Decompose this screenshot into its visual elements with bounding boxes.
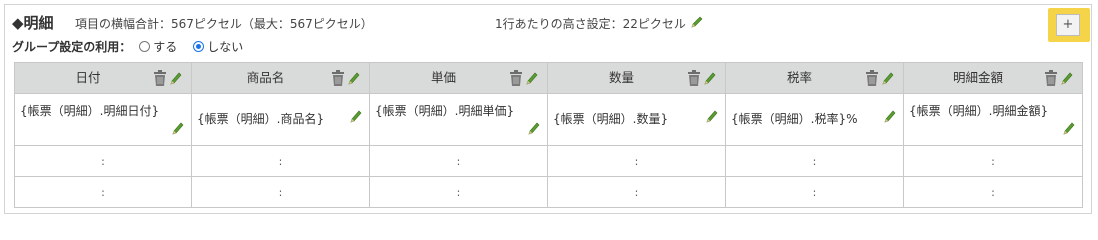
field-value: {帳票（明細）.明細単価} bbox=[375, 104, 515, 118]
column-header: 明細金額 bbox=[903, 62, 1083, 94]
column-header: 税率 bbox=[725, 62, 904, 94]
pencil-icon[interactable] bbox=[169, 70, 183, 89]
empty-row: : : : : : : bbox=[14, 176, 1083, 208]
trash-icon[interactable] bbox=[1042, 69, 1060, 90]
header-row: 日付 商品名 単価 数量 税率 明細金額 bbox=[14, 62, 1083, 94]
pencil-icon[interactable] bbox=[1062, 120, 1076, 139]
column-header: 単価 bbox=[369, 62, 548, 94]
pencil-icon[interactable] bbox=[705, 108, 719, 127]
pencil-icon[interactable] bbox=[349, 108, 363, 127]
section-title: ◆明細 bbox=[12, 14, 54, 32]
column-header: 数量 bbox=[547, 62, 726, 94]
row-height-label: 1行あたりの高さ設定：22ピクセル bbox=[495, 17, 686, 31]
empty-cell: : bbox=[903, 176, 1083, 208]
pencil-icon[interactable] bbox=[171, 120, 185, 139]
trash-icon[interactable] bbox=[329, 69, 347, 90]
header-icons bbox=[685, 69, 717, 90]
field-cell[interactable]: {帳票（明細）.商品名} bbox=[191, 93, 370, 146]
field-value: {帳票（明細）.税率}% bbox=[731, 112, 858, 126]
field-value: {帳票（明細）.明細日付} bbox=[20, 104, 160, 118]
field-value: {帳票（明細）.商品名} bbox=[197, 112, 325, 126]
pencil-icon[interactable] bbox=[1060, 70, 1074, 89]
add-button-highlight: + bbox=[1048, 8, 1090, 42]
trash-icon[interactable] bbox=[685, 69, 703, 90]
empty-cell: : bbox=[14, 176, 192, 208]
field-cell[interactable]: {帳票（明細）.明細金額} bbox=[903, 93, 1083, 146]
field-cell[interactable]: {帳票（明細）.税率}% bbox=[725, 93, 904, 146]
field-value: {帳票（明細）.明細金額} bbox=[909, 104, 1049, 118]
pencil-icon[interactable] bbox=[525, 70, 539, 89]
empty-row: : : : : : : bbox=[14, 145, 1083, 177]
field-value: {帳票（明細）.数量} bbox=[553, 112, 669, 126]
empty-cell: : bbox=[547, 145, 726, 177]
empty-cell: : bbox=[725, 145, 904, 177]
pencil-icon[interactable] bbox=[883, 108, 897, 127]
field-row: {帳票（明細）.明細日付} {帳票（明細）.商品名} {帳票（明細）.明細単価}… bbox=[14, 93, 1083, 146]
header-icons bbox=[1042, 69, 1074, 90]
header-icons bbox=[151, 69, 183, 90]
radio-not-use[interactable] bbox=[193, 41, 205, 52]
radio-not-use-label[interactable]: しない bbox=[207, 38, 243, 55]
header-icons bbox=[329, 69, 361, 90]
radio-use-label[interactable]: する bbox=[153, 38, 177, 55]
trash-icon[interactable] bbox=[151, 69, 169, 90]
pencil-icon[interactable] bbox=[527, 120, 541, 139]
empty-cell: : bbox=[191, 176, 370, 208]
width-info: 項目の横幅合計：567ピクセル（最大：567ピクセル） bbox=[75, 17, 373, 31]
trash-icon[interactable] bbox=[863, 69, 881, 90]
row-height-setting: 1行あたりの高さ設定：22ピクセル bbox=[495, 15, 704, 32]
empty-cell: : bbox=[903, 145, 1083, 177]
field-cell[interactable]: {帳票（明細）.数量} bbox=[547, 93, 726, 146]
pencil-icon[interactable] bbox=[881, 70, 895, 89]
pencil-icon[interactable] bbox=[703, 70, 717, 89]
trash-icon[interactable] bbox=[507, 69, 525, 90]
empty-cell: : bbox=[369, 176, 548, 208]
detail-table: 日付 商品名 単価 数量 税率 明細金額 {帳票（明細）.明細日付} {帳票（明… bbox=[14, 62, 1083, 208]
column-header: 商品名 bbox=[191, 62, 370, 94]
empty-cell: : bbox=[369, 145, 548, 177]
empty-cell: : bbox=[14, 145, 192, 177]
header-icons bbox=[863, 69, 895, 90]
radio-use[interactable] bbox=[139, 41, 151, 52]
column-header: 日付 bbox=[14, 62, 192, 94]
field-cell[interactable]: {帳票（明細）.明細単価} bbox=[369, 93, 548, 146]
header-icons bbox=[507, 69, 539, 90]
empty-cell: : bbox=[725, 176, 904, 208]
pencil-icon[interactable] bbox=[347, 70, 361, 89]
pencil-icon[interactable] bbox=[690, 15, 704, 32]
empty-cell: : bbox=[191, 145, 370, 177]
group-setting: グループ設定の利用： する しない bbox=[12, 38, 257, 55]
empty-cell: : bbox=[547, 176, 726, 208]
add-button[interactable]: + bbox=[1056, 14, 1080, 36]
group-setting-label: グループ設定の利用： bbox=[12, 40, 132, 54]
field-cell[interactable]: {帳票（明細）.明細日付} bbox=[14, 93, 192, 146]
